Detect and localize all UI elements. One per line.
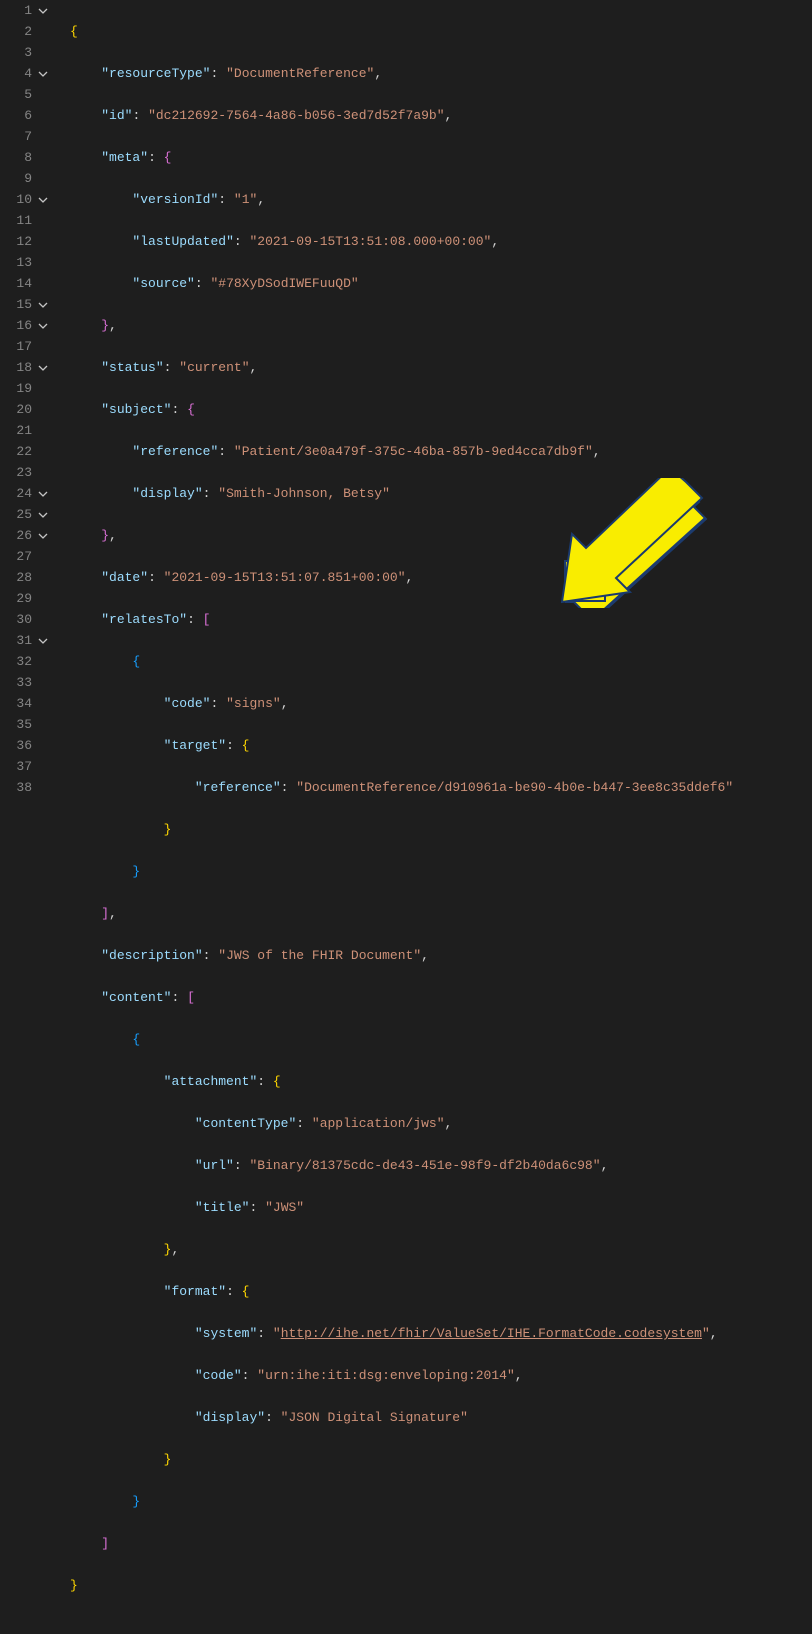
json-key: display: [203, 1410, 258, 1425]
line-number: 25: [12, 504, 32, 525]
line-number: 23: [12, 462, 32, 483]
line-number: 18: [12, 357, 32, 378]
json-key: system: [203, 1326, 250, 1341]
line-number: 21: [12, 420, 32, 441]
line-number: 35: [12, 714, 32, 735]
json-key: meta: [109, 150, 140, 165]
chevron-down-icon[interactable]: [36, 636, 50, 646]
json-key: url: [203, 1158, 226, 1173]
line-number: 2: [12, 21, 32, 42]
line-number: 1: [12, 0, 32, 21]
line-number: 15: [12, 294, 32, 315]
json-key: reference: [140, 444, 210, 459]
line-number: 9: [12, 168, 32, 189]
json-key: code: [203, 1368, 234, 1383]
line-number: 34: [12, 693, 32, 714]
chevron-down-icon[interactable]: [36, 489, 50, 499]
code-editor[interactable]: 1 2 3 4 5 6 7 8 9 10 11 12 13 14 15 16 1…: [0, 0, 812, 1634]
line-number: 38: [12, 777, 32, 798]
line-number: 29: [12, 588, 32, 609]
code-content[interactable]: { "resourceType": "DocumentReference", "…: [56, 0, 812, 1634]
chevron-down-icon[interactable]: [36, 363, 50, 373]
json-string: DocumentReference/d910961a-be90-4b0e-b44…: [304, 780, 725, 795]
json-string: Binary/81375cdc-de43-451e-98f9-df2b40da6…: [257, 1158, 592, 1173]
json-string: application/jws: [320, 1116, 437, 1131]
line-number: 17: [12, 336, 32, 357]
json-key: source: [140, 276, 187, 291]
json-key: lastUpdated: [140, 234, 226, 249]
json-key: description: [109, 948, 195, 963]
line-number: 20: [12, 399, 32, 420]
line-number: 27: [12, 546, 32, 567]
chevron-down-icon[interactable]: [36, 321, 50, 331]
line-number: 37: [12, 756, 32, 777]
json-key: format: [171, 1284, 218, 1299]
json-string: Smith-Johnson, Betsy: [226, 486, 382, 501]
json-string: 2021-09-15T13:51:07.851+00:00: [171, 570, 397, 585]
chevron-down-icon[interactable]: [36, 69, 50, 79]
json-string: JSON Digital Signature: [288, 1410, 460, 1425]
json-string: urn:ihe:iti:dsg:enveloping:2014: [265, 1368, 507, 1383]
json-key: display: [140, 486, 195, 501]
line-gutter: 1 2 3 4 5 6 7 8 9 10 11 12 13 14 15 16 1…: [0, 0, 56, 1634]
line-number: 24: [12, 483, 32, 504]
json-string: current: [187, 360, 242, 375]
json-string: JWS: [273, 1200, 296, 1215]
json-key: code: [171, 696, 202, 711]
json-string: JWS of the FHIR Document: [226, 948, 413, 963]
line-number: 7: [12, 126, 32, 147]
line-number: 19: [12, 378, 32, 399]
json-string: 2021-09-15T13:51:08.000+00:00: [257, 234, 483, 249]
chevron-down-icon[interactable]: [36, 300, 50, 310]
line-number: 33: [12, 672, 32, 693]
json-key: versionId: [140, 192, 210, 207]
json-key: status: [109, 360, 156, 375]
line-number: 3: [12, 42, 32, 63]
line-number: 4: [12, 63, 32, 84]
line-number: 13: [12, 252, 32, 273]
line-number: 8: [12, 147, 32, 168]
json-key: reference: [203, 780, 273, 795]
line-number: 30: [12, 609, 32, 630]
line-number: 26: [12, 525, 32, 546]
json-key: relatesTo: [109, 612, 179, 627]
line-number: 31: [12, 630, 32, 651]
line-number: 12: [12, 231, 32, 252]
json-link[interactable]: http://ihe.net/fhir/ValueSet/IHE.FormatC…: [281, 1326, 702, 1341]
json-key: subject: [109, 402, 164, 417]
chevron-down-icon[interactable]: [36, 510, 50, 520]
json-string: #78XyDSodIWEFuuQD: [218, 276, 351, 291]
json-key: content: [109, 990, 164, 1005]
json-key: id: [109, 108, 125, 123]
line-number: 22: [12, 441, 32, 462]
line-number: 16: [12, 315, 32, 336]
line-number: 10: [12, 189, 32, 210]
json-string: 1: [242, 192, 250, 207]
json-key: title: [203, 1200, 242, 1215]
chevron-down-icon[interactable]: [36, 531, 50, 541]
json-key: attachment: [171, 1074, 249, 1089]
json-string: Patient/3e0a479f-375c-46ba-857b-9ed4cca7…: [242, 444, 585, 459]
json-string: DocumentReference: [234, 66, 367, 81]
json-key: target: [171, 738, 218, 753]
line-number: 5: [12, 84, 32, 105]
json-key: contentType: [203, 1116, 289, 1131]
json-string: dc212692-7564-4a86-b056-3ed7d52f7a9b: [156, 108, 437, 123]
json-key: resourceType: [109, 66, 203, 81]
json-key: date: [109, 570, 140, 585]
json-string: signs: [234, 696, 273, 711]
chevron-down-icon[interactable]: [36, 6, 50, 16]
line-number: 36: [12, 735, 32, 756]
line-number: 14: [12, 273, 32, 294]
line-number: 28: [12, 567, 32, 588]
chevron-down-icon[interactable]: [36, 195, 50, 205]
line-number: 6: [12, 105, 32, 126]
line-number: 11: [12, 210, 32, 231]
line-number: 32: [12, 651, 32, 672]
